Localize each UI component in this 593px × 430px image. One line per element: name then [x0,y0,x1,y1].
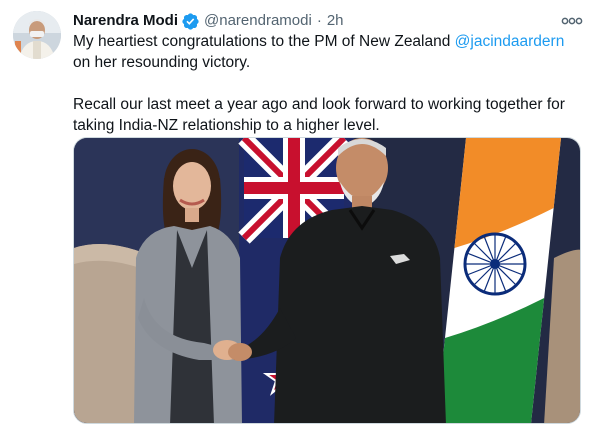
tweet-text: My heartiest congratulations to the PM o… [73,31,578,136]
verified-badge-icon [181,12,200,31]
author-name[interactable]: Narendra Modi [73,11,178,31]
avatar[interactable] [13,11,61,59]
mention-link[interactable]: @jacindaardern [455,33,565,50]
tweet-header: Narendra Modi @narendramodi · 2h [73,11,344,31]
tweet-text-part: My heartiest congratulations to the PM o… [73,33,455,50]
author-handle[interactable]: @narendramodi [204,11,312,31]
tweet-photo[interactable] [73,137,581,424]
timestamp[interactable]: 2h [327,11,344,31]
tweet-text-part: on her resounding victory. [73,54,251,71]
tweet-paragraph-1: My heartiest congratulations to the PM o… [73,31,578,73]
separator-dot: · [316,12,322,29]
photo-illustration [74,138,580,423]
avatar-image [13,11,61,59]
tweet-card[interactable]: Narendra Modi @narendramodi · 2h My hear… [0,0,593,430]
tweet-paragraph-2: Recall our last meet a year ago and look… [73,96,565,134]
more-options-icon[interactable] [561,11,583,31]
